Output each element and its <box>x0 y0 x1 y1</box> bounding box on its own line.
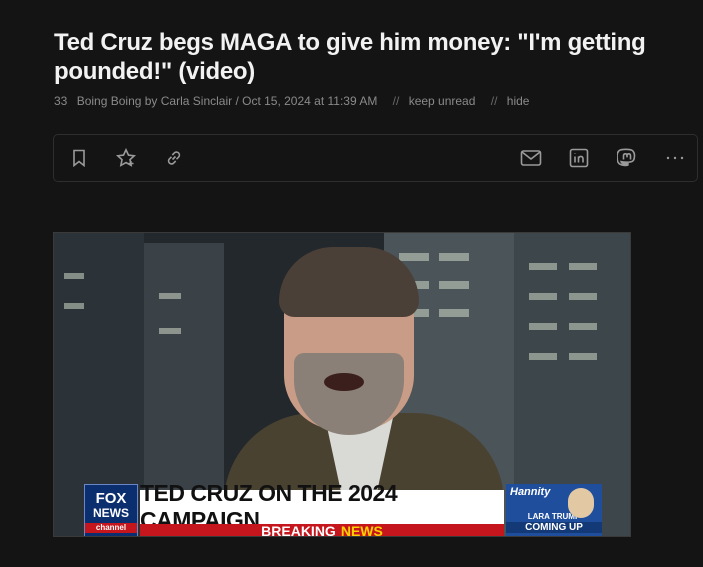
show-promo: Hannity LARA TRUMP COMING UP <box>506 484 602 536</box>
meta-separator: // <box>490 94 498 108</box>
keep-unread-link[interactable]: keep unread <box>409 94 476 108</box>
promo-photo <box>568 488 594 518</box>
building-window <box>399 253 429 261</box>
building-window <box>64 273 84 279</box>
article-toolbar <box>53 134 698 182</box>
fox-news-logo: FOX NEWS channel <box>84 484 138 536</box>
star-icon[interactable] <box>113 145 139 171</box>
hide-link[interactable]: hide <box>507 94 530 108</box>
breaking-news-banner: BREAKING NEWS <box>140 523 504 537</box>
building-window <box>569 323 597 330</box>
more-icon[interactable] <box>662 145 688 171</box>
building-window <box>64 303 84 309</box>
breaking-label: BREAKING <box>261 523 336 537</box>
meta-separator: // <box>392 94 400 108</box>
building-window <box>439 281 469 289</box>
building-window <box>529 353 557 360</box>
person-mouth <box>324 373 364 391</box>
building-window <box>439 253 469 261</box>
building-window <box>529 323 557 330</box>
news-label: NEWS <box>340 523 383 537</box>
linkedin-icon[interactable] <box>566 145 592 171</box>
building-window <box>529 293 557 300</box>
article-count: 33 <box>54 94 68 108</box>
building-window <box>159 328 181 334</box>
chyron-headline: TED CRUZ ON THE 2024 CAMPAIGN <box>140 480 504 533</box>
bookmark-icon[interactable] <box>66 145 92 171</box>
article-byline[interactable]: Boing Boing by Carla Sinclair / Oct 15, … <box>77 94 378 108</box>
logo-text: channel <box>85 523 137 533</box>
mastodon-icon[interactable] <box>614 145 640 171</box>
building-window <box>569 263 597 270</box>
building-window <box>439 309 469 317</box>
video-thumbnail[interactable]: FOX NEWS channel TED CRUZ ON THE 2024 CA… <box>53 232 631 537</box>
logo-text: NEWS <box>93 506 129 520</box>
building-window <box>569 353 597 360</box>
person-hair <box>279 247 419 317</box>
article-title[interactable]: Ted Cruz begs MAGA to give him money: "I… <box>54 28 684 86</box>
mail-icon[interactable] <box>518 145 544 171</box>
building-window <box>159 293 181 299</box>
building-window <box>569 293 597 300</box>
promo-when: COMING UP <box>506 522 602 533</box>
building-window <box>529 263 557 270</box>
link-icon[interactable] <box>161 145 187 171</box>
logo-text: FOX <box>95 490 127 507</box>
article-meta: 33 Boing Boing by Carla Sinclair / Oct 1… <box>54 94 535 108</box>
